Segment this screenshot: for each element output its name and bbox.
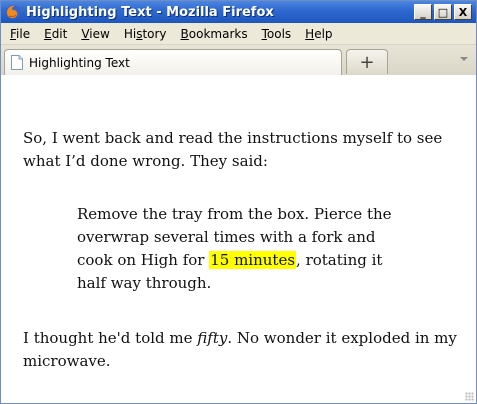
conclusion-text-before: I thought he'd told me xyxy=(23,329,198,347)
menu-file-rest: ile xyxy=(16,26,31,41)
blockquote-instructions: Remove the tray from the box. Pierce the… xyxy=(77,203,407,295)
window-title: Highlighting Text - Mozilla Firefox xyxy=(26,4,274,20)
menu-history[interactable]: History xyxy=(117,27,174,41)
tab-highlighting-text[interactable]: Highlighting Text xyxy=(4,49,342,75)
menu-history-pre: Hi xyxy=(123,26,137,41)
firefox-icon xyxy=(5,4,21,20)
page-icon xyxy=(11,55,23,70)
menu-edit-rest: dit xyxy=(51,26,68,41)
menu-bookmarks[interactable]: Bookmarks xyxy=(174,27,255,41)
menu-view-rest: iew xyxy=(89,26,110,41)
close-button[interactable]: X xyxy=(454,4,472,20)
resize-grip-icon[interactable] xyxy=(465,392,474,401)
minimize-button[interactable]: _ xyxy=(414,4,432,20)
menu-file[interactable]: File xyxy=(3,27,37,41)
menu-bookmarks-accel: B xyxy=(180,26,189,41)
menu-tools[interactable]: Tools xyxy=(255,27,299,41)
new-tab-button[interactable]: + xyxy=(346,49,388,74)
page-content: So, I went back and read the instruction… xyxy=(1,75,476,403)
menu-bar: File Edit View History Bookmarks Tools H… xyxy=(1,23,476,45)
menu-edit-accel: E xyxy=(44,26,52,41)
menu-bookmarks-rest: ookmarks xyxy=(188,26,248,41)
menu-edit[interactable]: Edit xyxy=(37,27,74,41)
menu-help-rest: elp xyxy=(314,26,333,41)
menu-help[interactable]: Help xyxy=(298,27,339,41)
window-controls: _ □ X xyxy=(414,4,472,20)
menu-view[interactable]: View xyxy=(74,27,116,41)
tab-label: Highlighting Text xyxy=(29,55,130,70)
menu-help-accel: H xyxy=(305,26,315,41)
menu-history-rest: tory xyxy=(142,26,167,41)
title-bar[interactable]: Highlighting Text - Mozilla Firefox _ □ … xyxy=(1,1,476,23)
maximize-button[interactable]: □ xyxy=(434,4,452,20)
tab-strip: Highlighting Text + xyxy=(1,45,476,76)
browser-window: Highlighting Text - Mozilla Firefox _ □ … xyxy=(0,0,477,404)
emphasized-word: fifty xyxy=(197,329,228,347)
list-all-tabs-icon[interactable] xyxy=(460,57,468,61)
highlighted-text: 15 minutes xyxy=(209,251,297,269)
paragraph-conclusion: I thought he'd told me fifty. No wonder … xyxy=(23,327,468,373)
paragraph-intro: So, I went back and read the instruction… xyxy=(23,129,443,170)
menu-tools-rest: ools xyxy=(266,26,292,41)
